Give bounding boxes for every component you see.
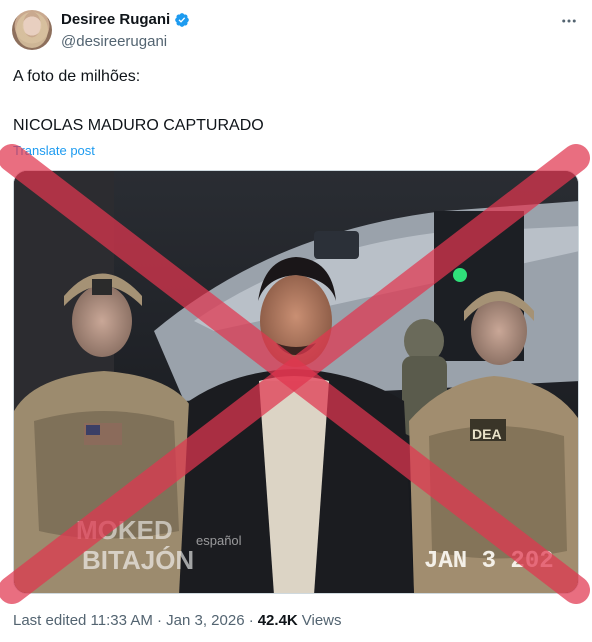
post-text-line2: NICOLAS MADURO CAPTURADO: [13, 117, 264, 134]
red-x-overlay-icon: [0, 144, 590, 604]
views-label: Views: [301, 612, 342, 629]
post-text-line1: A foto de milhões:: [13, 68, 141, 85]
views-count: 42.4K: [257, 612, 298, 629]
author-name-row: Desiree Rugani: [61, 11, 190, 28]
verified-badge-icon: [175, 12, 190, 27]
edited-timestamp[interactable]: Last edited 11:33 AM · Jan 3, 2026 ·: [13, 612, 254, 629]
post-card: Desiree Rugani @desireerugani A foto de …: [0, 0, 592, 642]
author-handle[interactable]: @desireerugani: [61, 33, 167, 50]
author-display-name[interactable]: Desiree Rugani: [61, 11, 170, 28]
post-meta: Last edited 11:33 AM · Jan 3, 2026 · 42.…: [13, 612, 342, 629]
more-horizontal-icon[interactable]: [560, 12, 578, 33]
author-avatar[interactable]: [12, 10, 52, 50]
